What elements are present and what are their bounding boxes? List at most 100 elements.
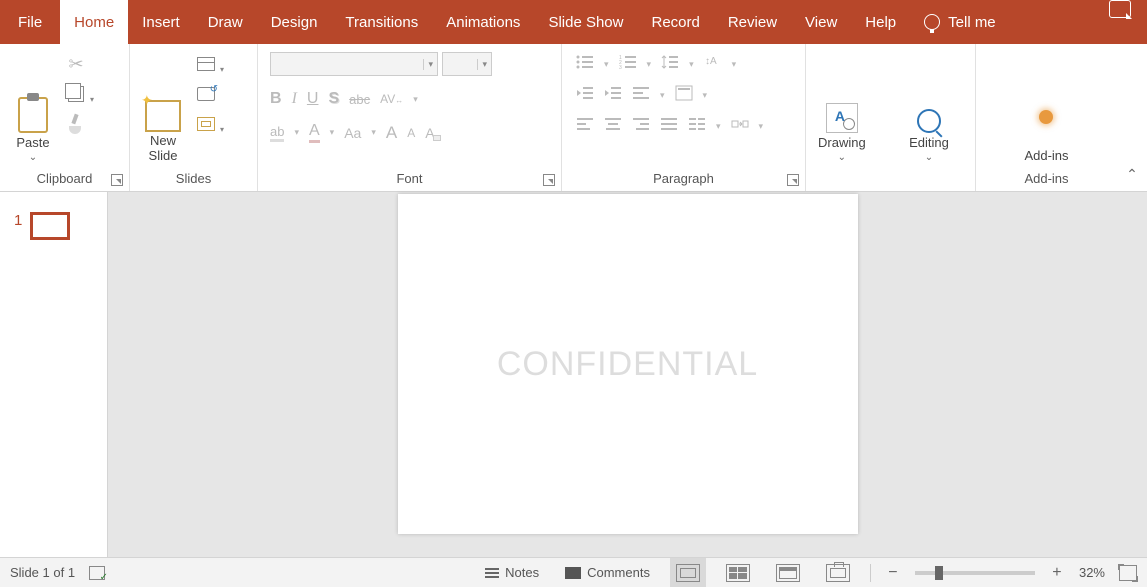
align-left2-button[interactable]	[576, 116, 594, 137]
find-icon	[917, 109, 941, 133]
line-spacing-button[interactable]	[661, 54, 679, 75]
clear-formatting-button[interactable]: A	[425, 125, 434, 141]
reading-view-button[interactable]	[770, 558, 806, 587]
layout-button[interactable]	[194, 52, 218, 76]
font-size-combo[interactable]: ▾	[442, 52, 492, 76]
text-direction-button[interactable]: ↕A	[704, 54, 722, 75]
tell-me-search[interactable]: Tell me	[910, 0, 1010, 44]
thumbnail-1[interactable]: 1	[14, 212, 107, 240]
char-spacing-button[interactable]: AV↔	[380, 92, 403, 106]
tab-review[interactable]: Review	[714, 0, 791, 44]
grow-font-button[interactable]: A	[386, 123, 397, 143]
align-left-button[interactable]	[632, 85, 650, 106]
editing-button[interactable]: Editing ⌄	[902, 48, 956, 167]
font-family-combo[interactable]: ▾	[270, 52, 438, 76]
new-slide-label: New Slide	[149, 134, 178, 163]
notes-button[interactable]: Notes	[479, 558, 545, 587]
copy-button[interactable]	[64, 82, 88, 106]
increase-indent-button[interactable]	[604, 85, 622, 106]
group-clipboard: Paste ⌄ ✂ Clipboard	[0, 44, 130, 191]
columns-button[interactable]	[688, 116, 706, 137]
tab-draw[interactable]: Draw	[194, 0, 257, 44]
zoom-out-button[interactable]: −	[885, 564, 901, 582]
tab-slideshow[interactable]: Slide Show	[534, 0, 637, 44]
drawing-button[interactable]: Drawing ⌄	[812, 48, 872, 167]
section-button[interactable]	[194, 112, 218, 136]
shrink-font-button[interactable]: A	[407, 126, 415, 140]
align-text-button[interactable]	[675, 85, 693, 106]
slideshow-view-button[interactable]	[820, 558, 856, 587]
new-slide-button[interactable]: New Slide	[136, 48, 190, 167]
strikethrough-button[interactable]: abc	[349, 92, 370, 107]
watermark-text: CONFIDENTIAL	[497, 345, 758, 384]
change-case-button[interactable]: Aa	[344, 125, 361, 141]
sorter-view-icon	[726, 564, 750, 582]
italic-button[interactable]: I	[292, 90, 297, 108]
tab-transitions[interactable]: Transitions	[331, 0, 432, 44]
thumbnail-1-preview[interactable]	[30, 212, 70, 240]
clipboard-group-label: Clipboard	[37, 171, 93, 186]
group-font: ▾ ▾ B I U S abc AV↔ ▾ ab▾ A▾ Aa▾ A A A F…	[258, 44, 562, 191]
tab-file[interactable]: File	[0, 0, 60, 44]
tab-record[interactable]: Record	[637, 0, 713, 44]
tab-help[interactable]: Help	[851, 0, 910, 44]
font-group-label: Font	[396, 171, 422, 186]
drawing-icon	[826, 103, 858, 133]
slide-canvas-area[interactable]: CONFIDENTIAL	[108, 192, 1147, 557]
text-shadow-button[interactable]: S	[328, 90, 339, 108]
bullets-button[interactable]	[576, 54, 594, 75]
drawing-label: Drawing	[818, 135, 866, 150]
sorter-view-button[interactable]	[720, 558, 756, 587]
underline-button[interactable]: U	[307, 90, 319, 108]
font-launcher[interactable]	[543, 174, 555, 186]
group-slides: New Slide Slides	[130, 44, 258, 191]
tab-home[interactable]: Home	[60, 0, 128, 44]
slide-count[interactable]: Slide 1 of 1	[10, 565, 75, 580]
thumbnail-pane[interactable]: 1	[0, 192, 108, 557]
decrease-indent-button[interactable]	[576, 85, 594, 106]
cut-button[interactable]: ✂	[64, 52, 88, 76]
numbering-button[interactable]: 123	[619, 54, 637, 75]
paste-button[interactable]: Paste ⌄	[6, 48, 60, 167]
clipboard-launcher[interactable]	[111, 174, 123, 186]
layout-icon	[197, 57, 215, 71]
collapse-ribbon-button[interactable]: ⌃	[1117, 44, 1147, 191]
tab-insert[interactable]: Insert	[128, 0, 194, 44]
highlight-button[interactable]: ab	[270, 124, 284, 142]
paragraph-launcher[interactable]	[787, 174, 799, 186]
zoom-level[interactable]: 32%	[1079, 565, 1105, 580]
normal-view-icon	[676, 564, 700, 582]
align-right-button[interactable]	[632, 116, 650, 137]
normal-view-button[interactable]	[670, 558, 706, 587]
slide-1[interactable]: CONFIDENTIAL	[398, 194, 858, 534]
zoom-slider[interactable]	[915, 571, 1035, 575]
tab-animations[interactable]: Animations	[432, 0, 534, 44]
spellcheck-icon[interactable]	[89, 566, 105, 580]
addins-button[interactable]: Add-ins	[1018, 48, 1074, 167]
font-color-button[interactable]: A	[309, 122, 320, 143]
status-bar: Slide 1 of 1 Notes Comments − + 32%	[0, 557, 1147, 587]
group-paragraph: ▾ 123▾ ▾ ↕A▾ ▾ ▾ ▾ ▾ Paragraph	[562, 44, 806, 191]
chevron-down-icon: ⌄	[925, 152, 933, 163]
format-painter-button[interactable]	[64, 112, 88, 136]
tab-design[interactable]: Design	[257, 0, 332, 44]
notes-icon	[485, 572, 499, 574]
share-icon[interactable]	[1109, 0, 1131, 18]
bold-button[interactable]: B	[270, 90, 282, 108]
group-editing: Editing ⌄	[896, 44, 976, 191]
justify-button[interactable]	[660, 116, 678, 137]
comment-icon	[565, 567, 581, 579]
reset-button[interactable]	[194, 82, 218, 106]
align-center-button[interactable]	[604, 116, 622, 137]
comments-button[interactable]: Comments	[559, 558, 656, 587]
tell-me-label: Tell me	[948, 14, 996, 31]
tab-view[interactable]: View	[791, 0, 851, 44]
smartart-button[interactable]	[731, 116, 749, 137]
ribbon-tabs: File Home Insert Draw Design Transitions…	[0, 0, 1147, 44]
slideshow-view-icon	[826, 564, 850, 582]
zoom-in-button[interactable]: +	[1049, 564, 1065, 582]
brush-icon	[67, 114, 85, 134]
group-drawing: Drawing ⌄	[806, 44, 896, 191]
zoom-slider-thumb[interactable]	[935, 566, 943, 580]
fit-to-window-button[interactable]	[1119, 565, 1137, 581]
